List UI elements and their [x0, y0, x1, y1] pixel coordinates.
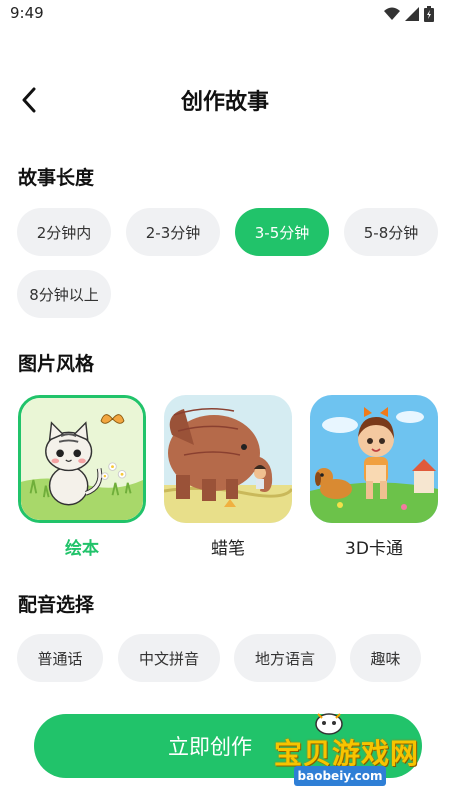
length-option-5-8min[interactable]: 5-8分钟 — [344, 208, 438, 256]
status-bar: 9:49 — [0, 0, 450, 28]
voice-option-fun[interactable]: 趣味 — [350, 634, 421, 682]
length-option-3-5min[interactable]: 3-5分钟 — [235, 208, 329, 256]
watermark: 宝贝游戏网 baobeiy.com — [268, 708, 438, 790]
create-now-label: 立即创作 — [168, 735, 252, 759]
status-icons — [384, 6, 434, 22]
style-label-crayon: 蜡笔 — [211, 539, 245, 559]
style-option-crayon[interactable]: 蜡笔 — [164, 395, 292, 559]
header: 创作故事 — [0, 78, 450, 122]
watermark-url: baobeiy.com — [294, 766, 386, 786]
image-style-title: 图片风格 — [18, 353, 95, 375]
length-option-under-2min[interactable]: 2分钟内 — [17, 208, 111, 256]
voice-title: 配音选择 — [18, 594, 95, 616]
story-length-title: 故事长度 — [18, 167, 95, 189]
length-option-2-3min[interactable]: 2-3分钟 — [126, 208, 220, 256]
signal-icon — [405, 7, 419, 21]
style-option-picture-book[interactable]: 绘本 — [18, 395, 146, 559]
page-title: 创作故事 — [180, 90, 269, 115]
3d-cartoon-girl-dog-thumbnail — [310, 395, 438, 523]
style-option-3d-cartoon[interactable]: 3D卡通 — [310, 395, 438, 559]
style-label-picture-book: 绘本 — [65, 539, 99, 559]
voice-option-pinyin[interactable]: 中文拼音 — [118, 634, 220, 682]
crayon-elephant-thumbnail — [164, 395, 292, 523]
picture-book-cat-thumbnail — [18, 395, 146, 523]
voice-option-dialect[interactable]: 地方语言 — [234, 634, 336, 682]
wifi-icon — [384, 7, 400, 20]
voice-option-mandarin[interactable]: 普通话 — [17, 634, 103, 682]
status-time: 9:49 — [10, 4, 44, 22]
style-label-3d-cartoon: 3D卡通 — [345, 539, 403, 559]
battery-icon — [424, 6, 434, 22]
length-option-over-8min[interactable]: 8分钟以上 — [17, 270, 111, 318]
